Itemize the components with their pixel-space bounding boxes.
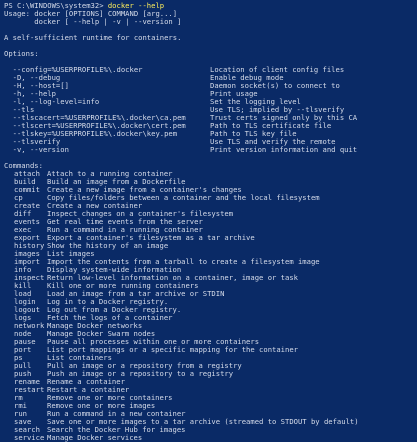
option-row: --tlskey=%USERPROFILE%\.docker\key.pem Pa… [4,130,413,138]
usage-line: docker [ --help | -v | --version ] [4,17,182,26]
command-name: restart [14,385,45,394]
command-description: Save one or more images to a tar archive… [47,417,359,426]
option-row: -H, --host=[] Daemon socket(s) to connect… [4,82,413,90]
command-row: save Save one or more images to a tar arc… [4,418,413,426]
option-row: -l, --log-level=info Set the logging leve… [4,98,413,106]
command-description: Manage Docker services [47,433,143,442]
command-row: search Search the Docker Hub for images [4,426,413,434]
option-description: Print version information and quit [210,145,358,154]
tagline: A self-sufficient runtime for containers… [4,33,182,42]
command-name: service [14,433,45,442]
command-name: search [14,425,40,434]
command-name: port [14,345,32,354]
option-row: -v, --version Print version information a… [4,146,413,154]
command-description: Search the Docker Hub for images [47,425,186,434]
command-name: commit [14,185,40,194]
option-row: --config=%USERPROFILE%\.docker Location o… [4,66,413,74]
option-flag: -v, --version [4,145,69,154]
commands-list: attach Attach to a running container build… [4,170,413,442]
option-flag: -l, --log-level=info [4,97,100,106]
command-name: save [14,417,32,426]
terminal-window[interactable]: PS C:\WINDOWS\system32> docker --help Us… [0,0,417,442]
command-row: service Manage Docker services [4,434,413,442]
options-heading: Options: [4,49,39,58]
command-description: Show the history of an image [47,241,169,250]
options-list: --config=%USERPROFILE%\.docker Location o… [4,66,413,154]
